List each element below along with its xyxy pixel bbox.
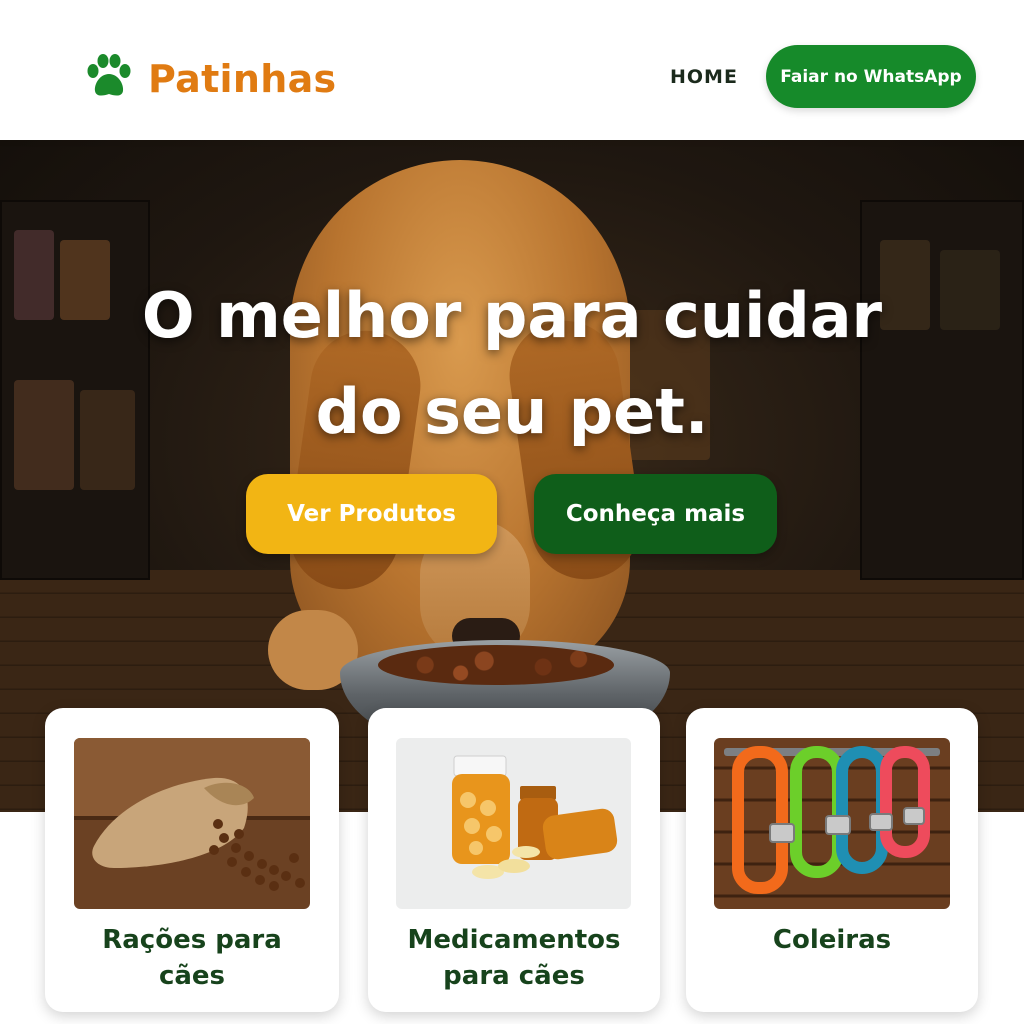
category-title-line: Medicamentos bbox=[407, 925, 621, 955]
category-title-line: cães bbox=[158, 961, 226, 991]
kibble bbox=[378, 645, 614, 685]
whatsapp-button[interactable]: Faiar no WhatsApp bbox=[766, 45, 976, 108]
category-title: Coleiras bbox=[686, 922, 978, 958]
category-card-collars[interactable]: Coleiras bbox=[686, 708, 978, 1012]
category-title: Medicamentos para cães bbox=[368, 922, 660, 994]
category-card-dog-food[interactable]: Rações para cães bbox=[45, 708, 339, 1012]
category-title-line: para cães bbox=[443, 961, 585, 991]
view-products-button[interactable]: Ver Produtos bbox=[246, 474, 497, 554]
paw-icon bbox=[84, 52, 134, 106]
nav-home-link[interactable]: HOME bbox=[670, 66, 738, 88]
dog-food-image bbox=[74, 738, 310, 909]
collars-image bbox=[714, 738, 950, 909]
medicine-image bbox=[396, 738, 631, 909]
learn-more-button[interactable]: Conheça mais bbox=[534, 474, 777, 554]
category-title-line: Rações para bbox=[102, 925, 282, 955]
category-title-line: Coleiras bbox=[772, 925, 892, 955]
category-title: Rações para cães bbox=[45, 922, 339, 994]
hero-title-line: O melhor para cuidar bbox=[141, 279, 883, 352]
site-header: Patinhas HOME Faiar no WhatsApp bbox=[0, 0, 1024, 140]
hero-title: O melhor para cuidar do seu pet. bbox=[0, 268, 1024, 460]
logo-text: Patinhas bbox=[148, 57, 337, 101]
category-card-medicines[interactable]: Medicamentos para cães bbox=[368, 708, 660, 1012]
hero-title-line: do seu pet. bbox=[315, 375, 709, 448]
logo[interactable]: Patinhas bbox=[84, 52, 336, 106]
